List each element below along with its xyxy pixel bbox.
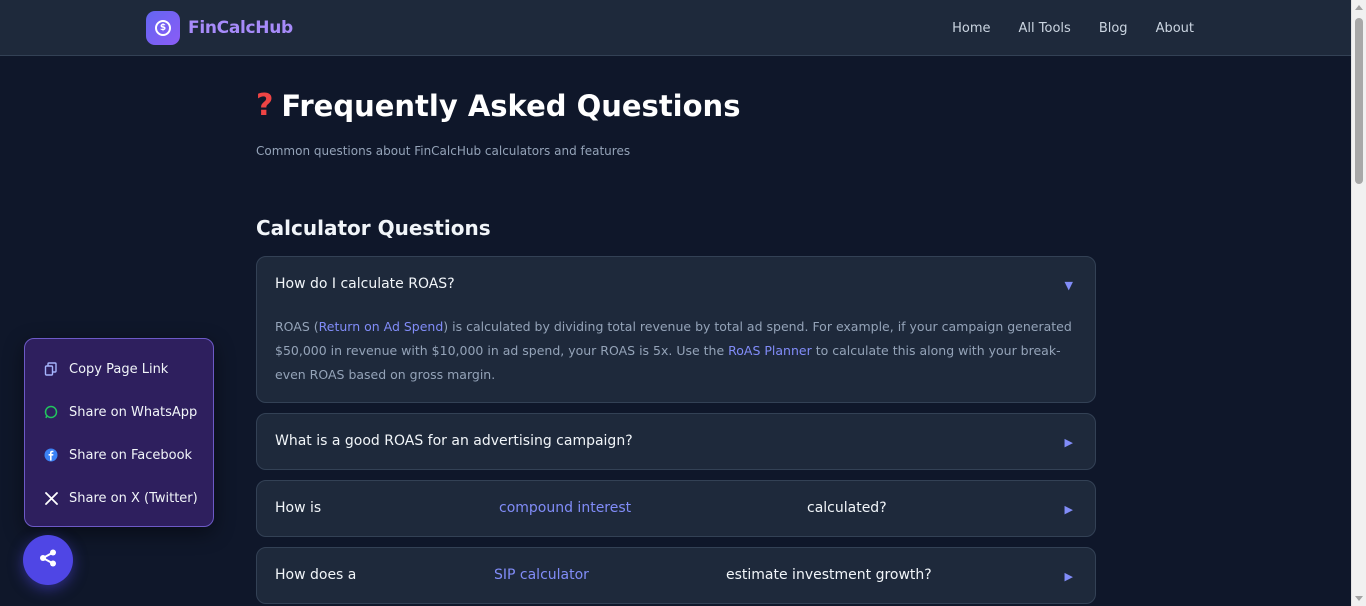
nav-home[interactable]: Home	[952, 21, 990, 36]
nav-about[interactable]: About	[1156, 21, 1194, 36]
question-text: How does a	[275, 567, 357, 583]
share-facebook-label: Share on Facebook	[69, 447, 193, 463]
page-subtitle: Common questions about FinCalcHub calcul…	[256, 144, 631, 158]
main-nav: Home All Tools Blog About	[952, 0, 1194, 56]
faq-item[interactable]: How is compound interest calculated? ▶	[256, 480, 1096, 537]
scroll-up-icon[interactable]	[1355, 5, 1363, 10]
share-whatsapp-button[interactable]: Share on WhatsApp	[43, 404, 197, 420]
share-x-label: Share on X (Twitter)	[69, 490, 198, 506]
roas-planner-link[interactable]: RoAS Planner	[728, 343, 812, 358]
share-menu: Copy Page Link Share on WhatsApp Share o…	[24, 338, 214, 527]
share-whatsapp-label: Share on WhatsApp	[69, 404, 198, 420]
x-twitter-icon	[43, 490, 59, 506]
copy-link-button[interactable]: Copy Page Link	[43, 361, 168, 377]
sip-calculator-link[interactable]: SIP calculator	[494, 567, 589, 583]
nav-blog[interactable]: Blog	[1099, 21, 1128, 36]
faq-question-2[interactable]: What is a good ROAS for an advertising c…	[275, 433, 1077, 449]
page-title: ? Frequently Asked Questions	[256, 88, 740, 123]
question-text: estimate investment growth?	[726, 567, 932, 583]
copy-link-label: Copy Page Link	[69, 361, 169, 377]
scrollbar-thumb[interactable]	[1355, 18, 1363, 184]
scroll-down-icon[interactable]	[1355, 596, 1363, 601]
answer-text: ROAS (	[275, 319, 319, 334]
page-title-text: Frequently Asked Questions	[281, 88, 741, 123]
compound-interest-link[interactable]: compound interest	[499, 500, 631, 516]
brand-logo[interactable]: $ FinCalcHub	[146, 11, 293, 45]
faq-answer-1: ROAS (Return on Ad Spend) is calculated …	[275, 315, 1077, 387]
faq-item[interactable]: How does a SIP calculator estimate inves…	[256, 547, 1096, 604]
section-title: Calculator Questions	[256, 216, 491, 240]
facebook-icon	[43, 447, 59, 463]
share-facebook-button[interactable]: Share on Facebook	[43, 447, 192, 463]
chevron-right-icon[interactable]: ▶	[1065, 436, 1073, 449]
question-text: calculated?	[807, 500, 887, 516]
nav-all-tools[interactable]: All Tools	[1019, 21, 1071, 36]
question-text: How is	[275, 500, 322, 516]
chevron-right-icon[interactable]: ▶	[1065, 570, 1073, 583]
brand-name: FinCalcHub	[188, 18, 293, 38]
share-icon	[38, 548, 58, 572]
faq-item[interactable]: What is a good ROAS for an advertising c…	[256, 413, 1096, 470]
question-mark-icon: ?	[256, 88, 274, 123]
chevron-right-icon[interactable]: ▶	[1065, 503, 1073, 516]
whatsapp-icon	[43, 404, 59, 420]
faq-question-1[interactable]: How do I calculate ROAS?	[275, 276, 1077, 292]
site-header: $ FinCalcHub Home All Tools Blog About	[0, 0, 1351, 56]
faq-item: How do I calculate ROAS? ▼ ROAS (Return …	[256, 256, 1096, 403]
dollar-coin-icon: $	[146, 11, 180, 45]
share-toggle-button[interactable]	[23, 535, 73, 585]
page-scrollbar[interactable]	[1351, 0, 1366, 606]
roas-term-link[interactable]: Return on Ad Spend	[319, 319, 444, 334]
chevron-down-icon[interactable]: ▼	[1065, 279, 1073, 292]
copy-icon	[43, 361, 59, 377]
share-x-button[interactable]: Share on X (Twitter)	[43, 490, 198, 506]
